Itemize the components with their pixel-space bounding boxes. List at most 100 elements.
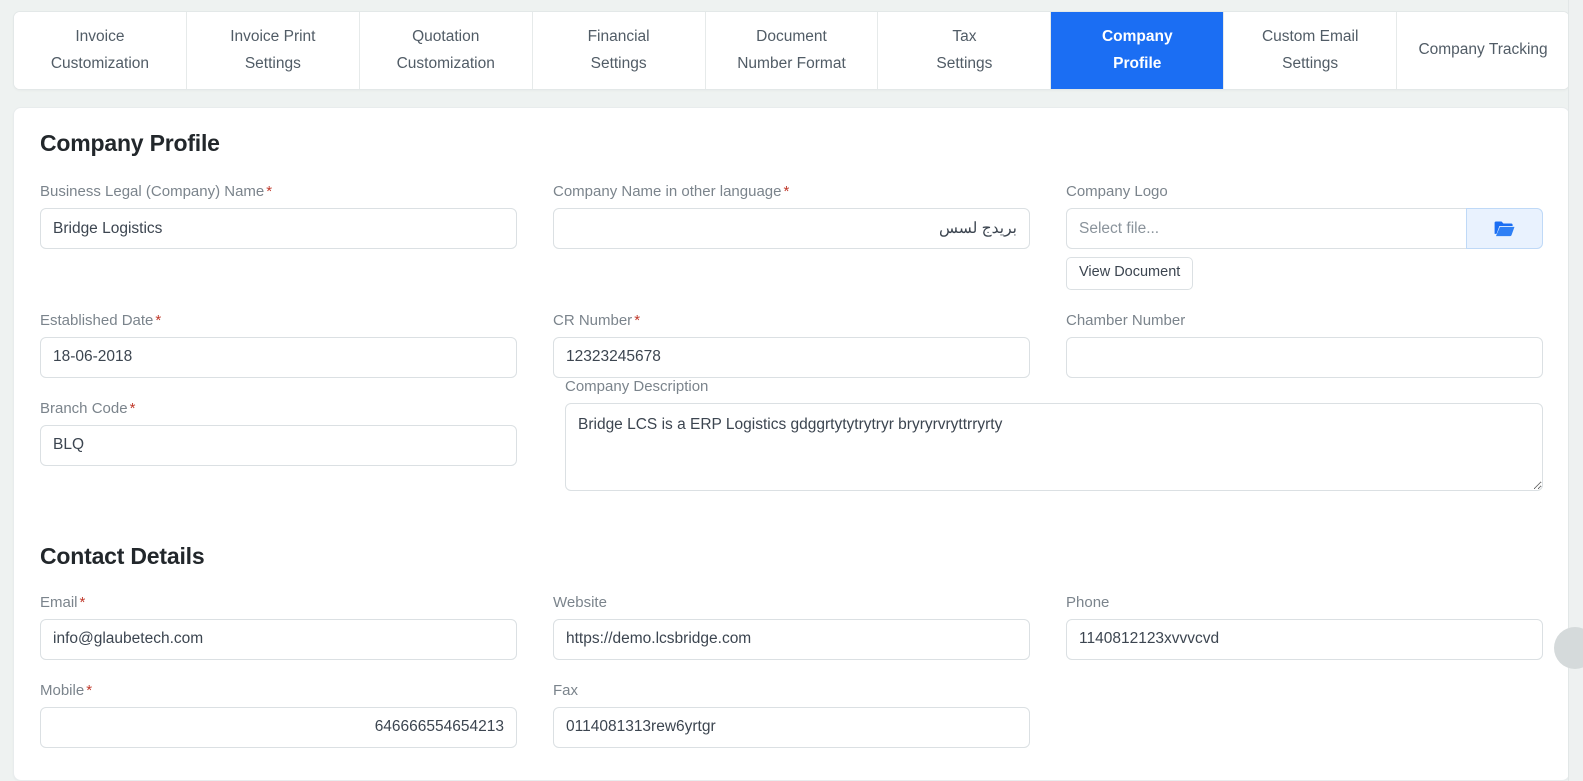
label-branch-code: Branch Code * <box>40 400 517 418</box>
label-email: Email * <box>40 594 517 612</box>
required-marker: * <box>634 311 641 329</box>
settings-tab-bar: Invoice Customization Invoice Print Sett… <box>13 11 1570 90</box>
form-col-middle: Company Name in other language * <box>553 183 1030 312</box>
label-fax: Fax <box>553 682 1030 700</box>
mobile-input[interactable] <box>40 706 517 748</box>
field-phone: Phone <box>1066 594 1543 660</box>
tab-tax-settings[interactable]: Tax Settings <box>878 12 1052 89</box>
label-text: Phone <box>1066 593 1110 611</box>
field-company-logo: Company Logo View Document <box>1066 183 1543 290</box>
tab-label-line2: Profile <box>1113 54 1162 72</box>
tab-financial-settings[interactable]: Financial Settings <box>532 12 706 89</box>
label-text: Website <box>553 593 607 611</box>
field-fax: Fax <box>553 682 1030 748</box>
tab-company-profile[interactable]: Company Profile <box>1051 12 1225 89</box>
label-text: CR Number <box>553 311 633 329</box>
field-website: Website <box>553 594 1030 660</box>
tab-label-line1: Company <box>1101 28 1173 46</box>
label-mobile: Mobile * <box>40 682 517 700</box>
field-branch-code: Branch Code * <box>40 400 517 466</box>
field-email: Email * <box>40 594 517 660</box>
label-text: Fax <box>553 681 579 699</box>
label-text: Company Description <box>565 377 709 395</box>
label-cr-number: CR Number * <box>553 312 1030 330</box>
label-website: Website <box>553 594 1030 612</box>
tab-label-line1: Invoice <box>75 28 125 46</box>
label-chamber-number: Chamber Number <box>1066 312 1543 330</box>
form-col-left: Business Legal (Company) Name * <box>40 183 517 312</box>
view-document-button[interactable]: View Document <box>1066 257 1194 290</box>
form-col-right: Company Logo View Document <box>1066 183 1543 312</box>
tab-label-line1: Quotation <box>412 28 480 46</box>
email-input[interactable] <box>40 618 517 660</box>
required-marker: * <box>79 593 86 611</box>
required-marker: * <box>155 311 162 329</box>
label-text: Company Logo <box>1066 183 1168 200</box>
field-company-name-other-language: Company Name in other language * <box>553 183 1030 249</box>
tab-label-line2: Settings <box>590 54 647 72</box>
company-logo-file-input[interactable] <box>1066 208 1466 249</box>
tab-label-line2: Settings <box>1282 54 1339 72</box>
company-logo-file-group <box>1066 208 1543 249</box>
contact-details-title: Contact Details <box>40 542 205 569</box>
label-text: Mobile <box>40 681 85 699</box>
website-input[interactable] <box>553 618 1030 660</box>
tab-label-line2: Customization <box>50 54 150 72</box>
fax-input[interactable] <box>553 706 1030 748</box>
branch-code-input[interactable] <box>40 424 517 466</box>
company-name-other-language-input[interactable] <box>553 208 1030 249</box>
tab-label-line1: Tax <box>952 28 977 46</box>
form-col-left: Email* Mobile* <box>40 594 517 770</box>
field-company-description: Company Description Bridge LCS is a ERP … <box>565 378 1543 491</box>
label-established-date: Established Date * <box>40 312 517 330</box>
form-col-right: Phone <box>1066 594 1543 770</box>
settings-tab-bar-container: Invoice Customization Invoice Print Sett… <box>0 0 1583 90</box>
business-legal-name-input[interactable] <box>40 208 517 249</box>
browse-file-button[interactable] <box>1466 208 1543 249</box>
tab-quotation-customization[interactable]: Quotation Customization <box>359 12 533 89</box>
field-mobile: Mobile * <box>40 682 517 748</box>
cr-number-input[interactable] <box>553 336 1030 378</box>
company-profile-card: Company Profile Business Legal (Company)… <box>13 107 1570 781</box>
tab-label-line2: Customization <box>396 54 495 72</box>
tab-label-line1: Invoice Print <box>230 28 316 46</box>
label-phone: Phone <box>1066 594 1543 612</box>
tab-document-number-format[interactable]: Document Number Format <box>705 12 879 89</box>
established-date-input[interactable] <box>40 336 517 378</box>
folder-open-icon <box>1493 220 1516 238</box>
label-business-legal-name: Business Legal (Company) Name * <box>40 183 517 201</box>
field-cr-number: CR Number * <box>553 312 1030 378</box>
tab-label-line2: Number Format <box>737 54 846 72</box>
tab-invoice-print-settings[interactable]: Invoice Print Settings <box>186 12 360 89</box>
tab-label-line1: Custom Email <box>1261 28 1359 46</box>
tab-label-line1: Company Tracking <box>1418 41 1548 59</box>
tab-label-line1: Document <box>756 28 827 46</box>
tab-invoice-customization[interactable]: Invoice Customization <box>14 12 187 89</box>
phone-input[interactable] <box>1066 618 1543 660</box>
field-chamber-number: Chamber Number <box>1066 312 1543 378</box>
label-company-description: Company Description <box>565 378 1543 396</box>
label-text: Chamber Number <box>1066 311 1186 329</box>
field-established-date: Established Date * <box>40 312 517 378</box>
label-text: Branch Code <box>40 399 128 417</box>
form-col-description: Company Description Bridge LCS is a ERP … <box>565 378 1543 513</box>
field-business-legal-name: Business Legal (Company) Name * <box>40 183 517 249</box>
chamber-number-input[interactable] <box>1066 336 1543 378</box>
required-marker: * <box>129 399 136 417</box>
company-description-textarea[interactable]: Bridge LCS is a ERP Logistics gdggrtytyt… <box>565 402 1543 491</box>
tab-label-line1: Financial <box>587 28 650 46</box>
form-row-3: Email* Mobile* Website Fax Phone <box>40 594 1543 770</box>
tab-custom-email-settings[interactable]: Custom Email Settings <box>1224 12 1398 89</box>
tab-label-line2: Settings <box>936 54 993 72</box>
required-marker: * <box>266 183 273 200</box>
page-title: Company Profile <box>40 130 220 156</box>
form-row-1: Business Legal (Company) Name* Company N… <box>40 183 1543 312</box>
form-col-left: Established Date* Branch Code* <box>40 312 517 488</box>
tab-label-line2: Settings <box>244 54 301 72</box>
form-col-middle: Website Fax <box>553 594 1030 770</box>
label-company-name-other-language: Company Name in other language * <box>553 183 1030 201</box>
label-text: Business Legal (Company) Name <box>40 183 265 200</box>
tab-company-tracking[interactable]: Company Tracking <box>1397 12 1569 89</box>
required-marker: * <box>783 183 790 200</box>
label-company-logo: Company Logo <box>1066 183 1543 201</box>
